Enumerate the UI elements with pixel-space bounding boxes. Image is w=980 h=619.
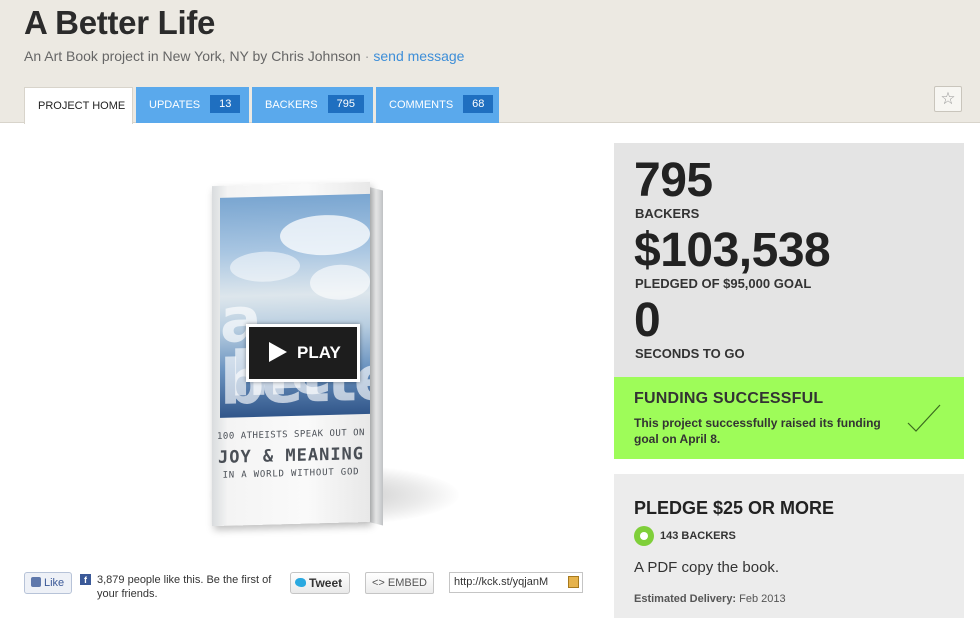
backers-count-badge: 795 [327,95,364,114]
pledged-amount: $103,538 [634,224,831,277]
cover-sky-image: a better life [220,193,370,418]
reward-delivery: Estimated Delivery: Feb 2013 [634,593,786,605]
project-subtitle: An Art Book project in New York, NY by C… [24,48,464,64]
cloud-shape [230,250,300,283]
reward-title: PLEDGE $25 OR MORE [634,498,835,518]
tab-backers[interactable]: BACKERS 795 [252,87,373,123]
reward-description: A PDF copy the book. [634,559,780,576]
play-button[interactable]: PLAY [246,324,360,382]
tweet-button[interactable]: Tweet [290,572,350,594]
funding-status-title: FUNDING SUCCESSFUL [634,390,824,407]
cover-tagline-2: JOY & MEANING [217,444,365,468]
tab-label: BACKERS [265,99,318,111]
play-label: PLAY [297,343,341,362]
tweet-label: Tweet [309,576,343,590]
thumbs-up-icon [31,577,41,588]
copy-icon[interactable] [568,576,579,588]
reward-backers-count: 143 BACKERS [660,530,736,542]
tab-label: PROJECT HOME [38,100,126,112]
like-label: Like [44,577,65,589]
updates-count-badge: 13 [210,95,241,114]
tab-comments[interactable]: COMMENTS 68 [376,87,499,123]
tab-updates[interactable]: UPDATES 13 [136,87,249,123]
delivery-date: Feb 2013 [739,593,786,605]
play-icon [269,341,287,362]
cloud-shape [280,213,370,257]
funding-status-text: This project successfully raised its fun… [634,416,881,446]
time-remaining-label: SECONDS TO GO [635,346,745,361]
project-video[interactable]: a better life 100 ATHEISTS SPEAK OUT ON … [24,140,584,560]
short-url-field[interactable]: http://kck.st/yqjanM [449,572,583,593]
embed-button[interactable]: <> EMBED [365,572,434,594]
project-stats-panel: 795 BACKERS $103,538 PLEDGED OF $95,000 … [614,143,964,377]
pledged-label: PLEDGED OF $95,000 GOAL [635,276,812,291]
project-byline: An Art Book project in New York, NY by C… [24,48,361,64]
reward-tier[interactable]: PLEDGE $25 OR MORE 143 BACKERS A PDF cop… [614,474,964,618]
tab-label: COMMENTS [389,99,454,111]
delivery-label: Estimated Delivery: [634,593,737,605]
facebook-icon: f [80,574,91,585]
facebook-like-button[interactable]: Like [24,572,72,594]
cover-tagline-1: 100 ATHEISTS SPEAK OUT ON [217,428,365,442]
byline-separator: · [364,48,370,64]
time-remaining: 0 [634,294,661,347]
funding-successful-banner: FUNDING SUCCESSFUL This project successf… [614,377,964,459]
book-spine [369,187,383,526]
tab-project-home[interactable]: PROJECT HOME [24,87,133,124]
project-header: A Better Life An Art Book project in New… [0,0,980,124]
cover-tagline-3: IN A WORLD WITHOUT GOD [222,467,360,481]
backers-count: 795 [634,154,713,207]
comments-count-badge: 68 [463,95,494,114]
short-url-text: http://kck.st/yqjanM [454,576,549,588]
project-title: A Better Life [24,4,216,41]
checkmark-icon [907,404,941,432]
backers-label: BACKERS [635,206,700,221]
twitter-bird-icon [295,578,306,588]
reward-badge-icon [634,526,654,546]
facebook-like-count: 3,879 people like this. Be the first of … [97,574,272,600]
tab-label: UPDATES [149,99,201,111]
send-message-link[interactable]: send message [373,48,464,64]
star-icon[interactable]: ☆ [934,86,962,112]
